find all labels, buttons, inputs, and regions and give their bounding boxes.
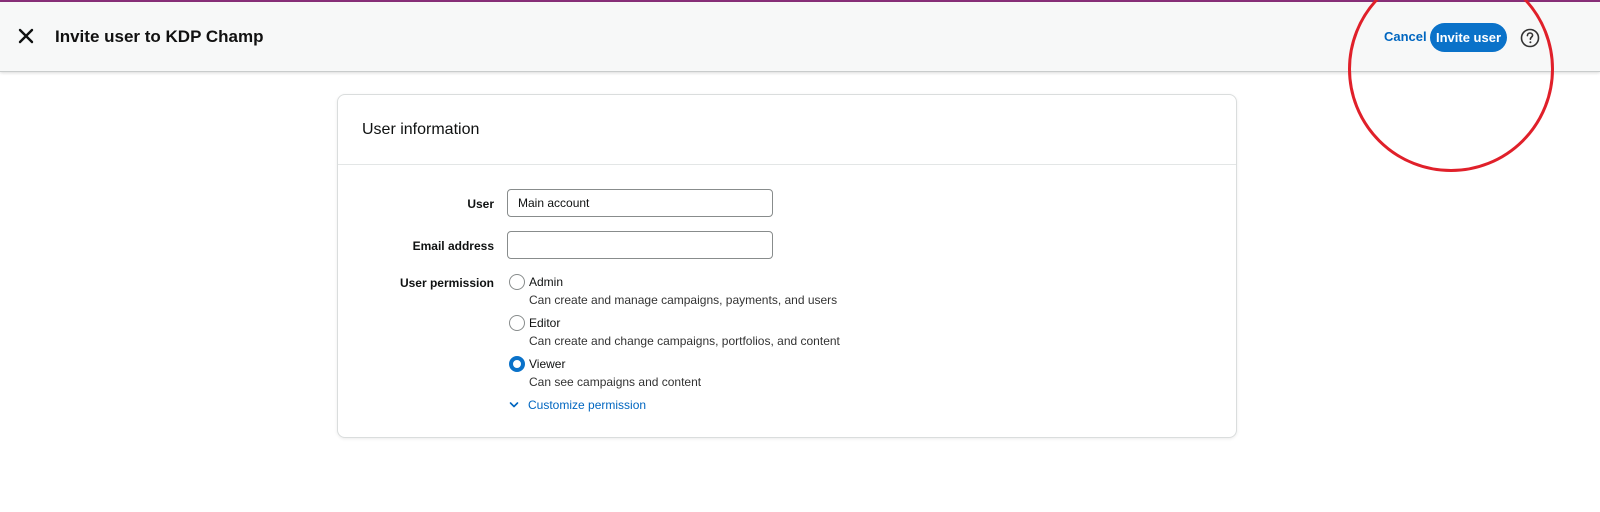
- invite-user-button[interactable]: Invite user: [1430, 23, 1507, 52]
- viewer-radio[interactable]: [509, 356, 525, 372]
- close-button[interactable]: [16, 26, 36, 46]
- card-header: User information: [338, 95, 1236, 165]
- page-header: Invite user to KDP Champ Cancel Invite u…: [0, 2, 1600, 72]
- viewer-description: Can see campaigns and content: [529, 375, 702, 389]
- email-field[interactable]: [507, 231, 773, 259]
- admin-label: Admin: [529, 275, 564, 289]
- admin-radio[interactable]: [509, 274, 525, 290]
- editor-radio[interactable]: [509, 315, 525, 331]
- editor-label: Editor: [529, 316, 561, 330]
- close-icon: [18, 28, 34, 44]
- viewer-label: Viewer: [529, 357, 566, 371]
- user-field-label: User: [467, 197, 494, 211]
- cancel-button[interactable]: Cancel: [1384, 29, 1427, 45]
- admin-description: Can create and manage campaigns, payment…: [529, 293, 838, 307]
- help-button[interactable]: [1520, 28, 1540, 48]
- page-title: Invite user to KDP Champ: [55, 27, 264, 46]
- permission-label: User permission: [399, 276, 494, 290]
- email-field-label: Email address: [412, 239, 494, 253]
- customize-permission-label: Customize permission: [528, 398, 647, 412]
- user-information-card: User information User Email address User…: [337, 94, 1237, 438]
- card-title: User information: [362, 121, 480, 138]
- user-field[interactable]: [507, 189, 773, 217]
- chevron-down-icon: [509, 402, 519, 408]
- editor-description: Can create and change campaigns, portfol…: [529, 334, 840, 348]
- help-icon: [1520, 28, 1540, 48]
